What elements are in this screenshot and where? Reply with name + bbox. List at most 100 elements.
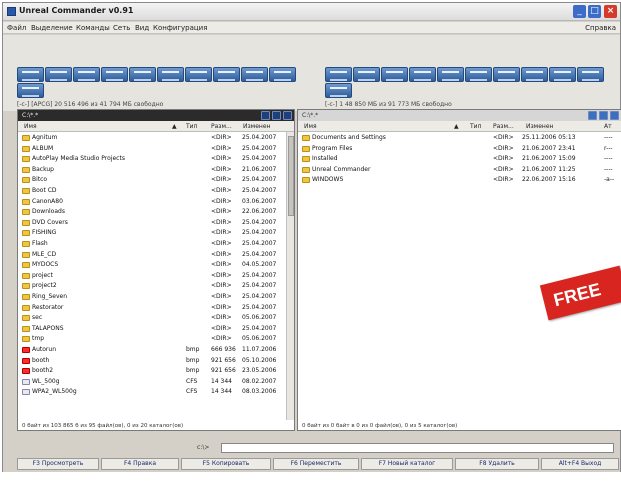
f3-view-button[interactable]: F3 Просмотреть xyxy=(17,458,99,470)
left-drive-button-d[interactable] xyxy=(73,67,100,82)
left-drive-button-a[interactable] xyxy=(17,67,44,82)
menu-help[interactable]: Справка xyxy=(585,24,616,32)
left-favorites-button[interactable] xyxy=(272,111,281,120)
file-size: <DIR> xyxy=(211,250,232,258)
table-row[interactable]: Unreal Commander <DIR> 21.06.2007 11:25 ---… xyxy=(298,165,621,176)
minimize-button[interactable]: _ xyxy=(573,5,586,18)
left-col-type[interactable]: Тип xyxy=(186,123,198,130)
table-row[interactable]: Program Files <DIR> 21.06.2007 23:41 r--- xyxy=(298,144,621,155)
table-row[interactable]: WINDOWS <DIR> 22.06.2007 15:16 -a-- xyxy=(298,175,621,186)
table-row[interactable]: Documents and Settings <DIR> 25.11.2006 05… xyxy=(298,133,621,144)
table-row[interactable]: MLE_CD <DIR> 25.04.2007 xyxy=(18,250,294,261)
file-type: bmp xyxy=(186,346,200,353)
table-row[interactable]: AutoPlay Media Studio Projects <DIR> 25.04… xyxy=(18,154,294,165)
table-row[interactable]: Installed <DIR> 21.06.2007 15:09 ---- xyxy=(298,154,621,165)
menu-file[interactable]: Файл xyxy=(7,24,26,32)
close-button[interactable]: × xyxy=(604,5,617,18)
table-row[interactable]: Restorator <DIR> 25.04.2007 xyxy=(18,303,294,314)
left-drive-button-f[interactable] xyxy=(129,67,156,82)
table-row[interactable]: FISHING <DIR> 25.04.2007 xyxy=(18,228,294,239)
table-row[interactable]: Ring_Seven <DIR> 25.04.2007 xyxy=(18,292,294,303)
maximize-button[interactable]: □ xyxy=(588,5,601,18)
folder-icon xyxy=(22,272,30,279)
left-up-button[interactable] xyxy=(283,111,292,120)
right-col-size[interactable]: Разм... xyxy=(493,123,514,130)
file-size: <DIR> xyxy=(211,197,232,205)
table-row[interactable]: TALAPONS <DIR> 25.04.2007 xyxy=(18,324,294,335)
right-history-button[interactable] xyxy=(588,111,597,120)
altf4-exit-button[interactable]: Alt+F4 Выход xyxy=(541,458,619,470)
table-row[interactable]: project <DIR> 25.04.2007 xyxy=(18,271,294,282)
right-col-type[interactable]: Тип xyxy=(470,123,482,130)
left-file-panel[interactable]: C:\*.* Имя ▲ Тип Разм... Изменен Agnitum… xyxy=(17,109,295,431)
title-bar[interactable]: Unreal Commander v0.91 _ □ × xyxy=(3,3,620,21)
left-col-size[interactable]: Разм... xyxy=(211,123,232,130)
left-history-button[interactable] xyxy=(261,111,270,120)
menu-selection[interactable]: Выделение xyxy=(31,24,73,32)
file-icon xyxy=(22,389,30,396)
right-drive-button-net[interactable] xyxy=(325,83,352,98)
right-drive-button-h[interactable] xyxy=(493,67,520,82)
file-name: Bitco xyxy=(32,176,48,184)
table-row[interactable]: CanonA80 <DIR> 03.06.2007 xyxy=(18,197,294,208)
right-drive-button-i[interactable] xyxy=(521,67,548,82)
left-drive-button-i[interactable] xyxy=(213,67,240,82)
menu-configuration[interactable]: Конфигурация xyxy=(153,24,207,32)
table-row[interactable]: booth2 bmp 921 656 23.05.2006 xyxy=(18,366,294,377)
right-col-name[interactable]: Имя xyxy=(304,123,317,130)
menu-network[interactable]: Сеть xyxy=(113,24,130,32)
right-drive-button-j[interactable] xyxy=(549,67,576,82)
table-row[interactable]: Backup <DIR> 21.06.2007 xyxy=(18,165,294,176)
f5-copy-button[interactable]: F5 Копировать xyxy=(181,458,271,470)
f7-newfolder-button[interactable]: F7 Новый каталог xyxy=(361,458,453,470)
right-drive-button-f[interactable] xyxy=(437,67,464,82)
f4-edit-button[interactable]: F4 Правка xyxy=(101,458,179,470)
left-scrollbar[interactable] xyxy=(286,132,294,420)
right-drive-info: [-c-] 1 48 850 МБ из 91 773 МБ свободно xyxy=(325,101,452,108)
left-drive-button-c[interactable] xyxy=(45,67,72,82)
left-drive-button-e[interactable] xyxy=(101,67,128,82)
right-file-panel[interactable]: C:\*.* Имя ▲ Тип Разм... Изменен Ат Docu… xyxy=(297,109,621,431)
left-drive-button-k[interactable] xyxy=(269,67,296,82)
right-drive-button-d[interactable] xyxy=(381,67,408,82)
left-drive-button-h[interactable] xyxy=(185,67,212,82)
command-line-input[interactable] xyxy=(221,443,614,453)
file-size: <DIR> xyxy=(493,144,514,152)
f6-move-button[interactable]: F6 Переместить xyxy=(273,458,359,470)
right-drive-button-g[interactable] xyxy=(465,67,492,82)
left-col-name[interactable]: Имя xyxy=(24,123,37,130)
left-drive-button-j[interactable] xyxy=(241,67,268,82)
table-row[interactable]: ALBUM <DIR> 25.04.2007 xyxy=(18,144,294,155)
table-row[interactable]: DVD Covers <DIR> 25.04.2007 xyxy=(18,218,294,229)
table-row[interactable]: WL_500g CFS 14 344 08.02.2007 xyxy=(18,377,294,388)
left-scroll-thumb[interactable] xyxy=(288,136,294,216)
f8-delete-button[interactable]: F8 Удалить xyxy=(455,458,539,470)
right-drive-button-c[interactable] xyxy=(353,67,380,82)
left-col-date[interactable]: Изменен xyxy=(243,123,270,130)
right-drive-button-e[interactable] xyxy=(409,67,436,82)
left-drive-button-net[interactable] xyxy=(17,83,44,98)
table-row[interactable]: booth bmp 921 656 05.10.2006 xyxy=(18,356,294,367)
right-favorites-button[interactable] xyxy=(599,111,608,120)
left-drive-button-g[interactable] xyxy=(157,67,184,82)
table-row[interactable]: MYDOCS <DIR> 04.05.2007 xyxy=(18,260,294,271)
table-row[interactable]: Bitco <DIR> 25.04.2007 xyxy=(18,175,294,186)
right-col-attr[interactable]: Ат xyxy=(604,123,612,130)
table-row[interactable]: WPA2_WL500g CFS 14 344 08.03.2006 xyxy=(18,387,294,398)
table-row[interactable]: Agnitum <DIR> 25.04.2007 xyxy=(18,133,294,144)
table-row[interactable]: Boot CD <DIR> 25.04.2007 xyxy=(18,186,294,197)
table-row[interactable]: Flash <DIR> 25.04.2007 xyxy=(18,239,294,250)
right-panel-path[interactable]: C:\*.* xyxy=(298,110,621,121)
right-up-button[interactable] xyxy=(610,111,619,120)
table-row[interactable]: project2 <DIR> 25.04.2007 xyxy=(18,281,294,292)
left-panel-path[interactable]: C:\*.* xyxy=(18,110,294,121)
menu-view[interactable]: Вид xyxy=(135,24,149,32)
right-col-date[interactable]: Изменен xyxy=(526,123,553,130)
table-row[interactable]: Autorun bmp 666 936 11.07.2006 xyxy=(18,345,294,356)
table-row[interactable]: sec <DIR> 05.06.2007 xyxy=(18,313,294,324)
right-drive-button-k[interactable] xyxy=(577,67,604,82)
table-row[interactable]: tmp <DIR> 05.06.2007 xyxy=(18,334,294,345)
table-row[interactable]: Downloads <DIR> 22.06.2007 xyxy=(18,207,294,218)
menu-commands[interactable]: Команды xyxy=(76,24,110,32)
right-drive-button-a[interactable] xyxy=(325,67,352,82)
